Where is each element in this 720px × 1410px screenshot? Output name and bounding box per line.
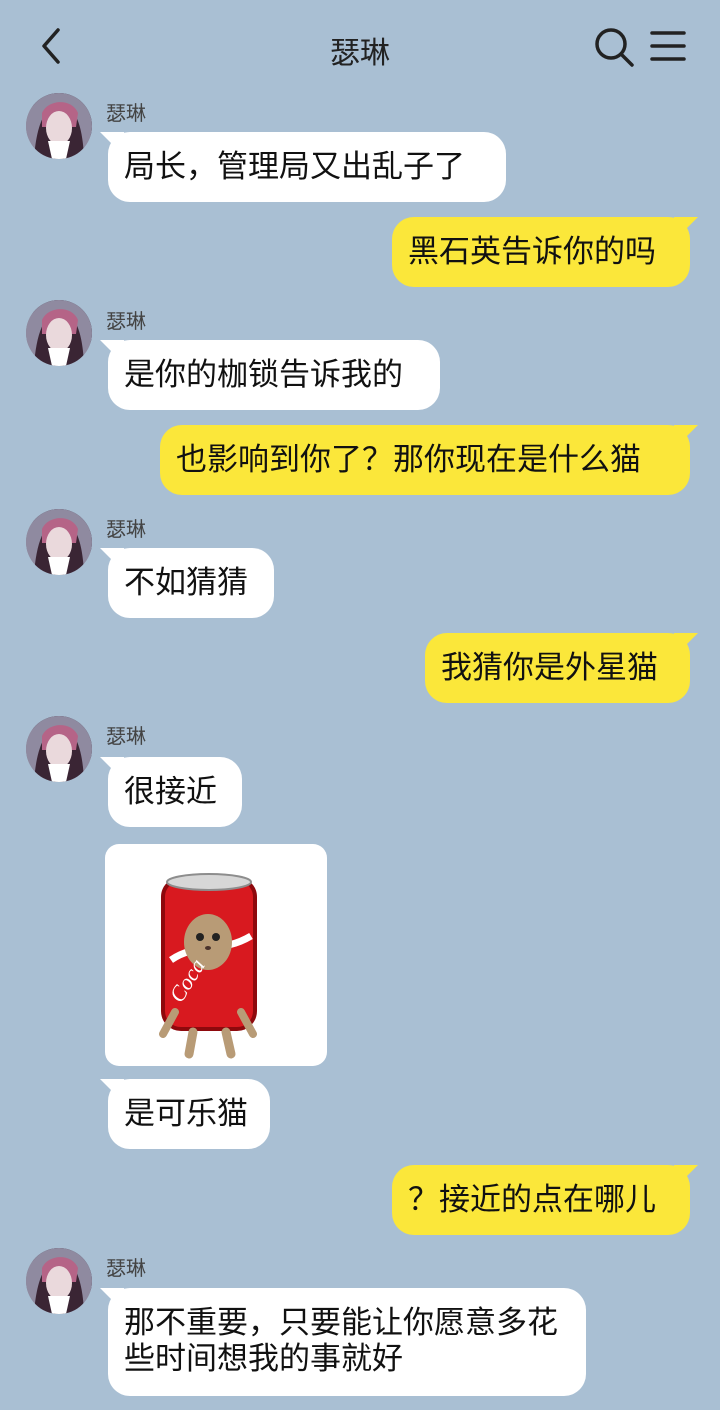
incoming-message-bubble[interactable]: 是可乐猫: [108, 1079, 270, 1149]
sender-name: 瑟琳: [106, 309, 146, 333]
outgoing-message-bubble[interactable]: ？接近的点在哪儿: [392, 1165, 690, 1235]
character-avatar-icon: [26, 93, 92, 159]
cola-cat-sticker-image: Coca: [159, 873, 257, 1059]
character-avatar-icon: [26, 509, 92, 575]
avatar[interactable]: [26, 509, 92, 575]
menu-icon: [650, 31, 686, 61]
character-avatar-icon: [26, 300, 92, 366]
sender-name: 瑟琳: [106, 517, 146, 541]
chat-header: 瑟琳: [0, 0, 720, 92]
sender-name: 瑟琳: [106, 724, 146, 748]
incoming-message-bubble[interactable]: 很接近: [108, 757, 242, 827]
incoming-message-bubble[interactable]: 局长，管理局又出乱子了: [108, 132, 506, 202]
sender-name: 瑟琳: [106, 1256, 146, 1280]
avatar[interactable]: [26, 716, 92, 782]
character-avatar-icon: [26, 1248, 92, 1314]
search-icon: [595, 28, 634, 67]
avatar[interactable]: [26, 93, 92, 159]
avatar[interactable]: [26, 300, 92, 366]
outgoing-message-bubble[interactable]: 黑石英告诉你的吗: [392, 217, 690, 287]
avatar[interactable]: [26, 1248, 92, 1314]
sender-name: 瑟琳: [106, 101, 146, 125]
sticker-message[interactable]: Coca: [105, 844, 327, 1066]
incoming-message-bubble[interactable]: 那不重要，只要能让你愿意多花些时间想我的事就好: [108, 1288, 586, 1396]
search-button[interactable]: [593, 26, 635, 68]
menu-button[interactable]: [648, 28, 688, 64]
incoming-message-bubble[interactable]: 不如猜猜: [108, 548, 274, 618]
outgoing-message-bubble[interactable]: 也影响到你了？那你现在是什么猫: [160, 425, 690, 495]
outgoing-message-bubble[interactable]: 我猜你是外星猫: [425, 633, 690, 703]
character-avatar-icon: [26, 716, 92, 782]
incoming-message-bubble[interactable]: 是你的枷锁告诉我的: [108, 340, 440, 410]
